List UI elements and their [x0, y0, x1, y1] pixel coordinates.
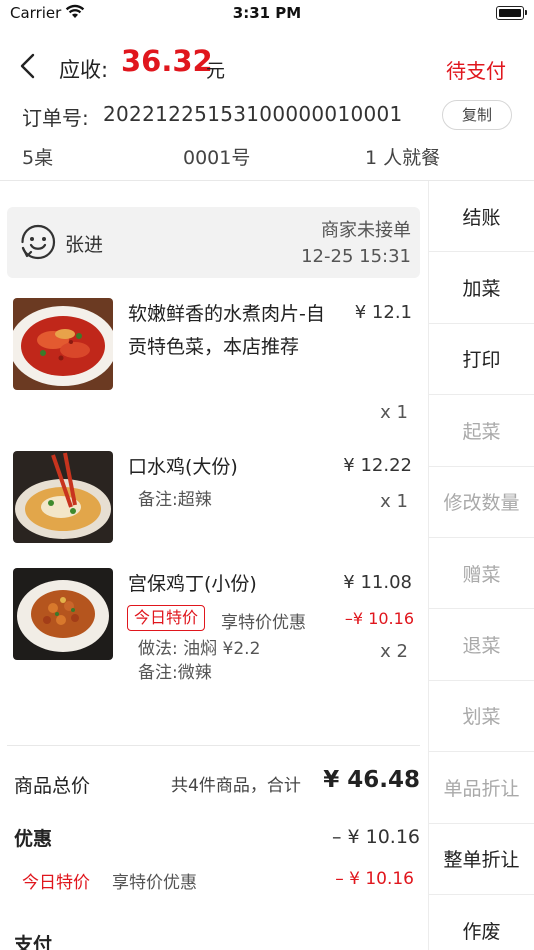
dish-price: ¥ 12.1: [354, 302, 412, 323]
dish-note: 备注:微辣: [138, 663, 212, 683]
promo-tag: 今日特价: [127, 605, 206, 631]
status-bar: Carrier 3:31 PM: [0, 0, 534, 30]
action-edit-quantity[interactable]: 修改数量: [429, 467, 534, 538]
item-count: 共4件商品，合计: [171, 776, 301, 796]
dish-item: 软嫩鲜香的水煮肉片-自贡特色菜，本店推荐 ¥ 12.1 x 1: [0, 298, 428, 438]
action-column: 结账 加菜 打印 起菜 修改数量 赠菜 退菜 划菜 单品折让 整单折让 作废: [428, 181, 534, 950]
discount-value: – ¥ 10.16: [331, 826, 420, 848]
action-item-discount[interactable]: 单品折让: [429, 752, 534, 824]
action-void[interactable]: 作废: [429, 895, 534, 950]
back-button[interactable]: [14, 50, 44, 82]
action-add-dish[interactable]: 加菜: [429, 252, 534, 324]
dish-quantity: x 1: [380, 491, 408, 512]
table-number: 5桌: [22, 147, 54, 169]
order-state: 商家未接单: [321, 220, 411, 241]
action-return-dish[interactable]: 退菜: [429, 609, 534, 681]
action-order-discount[interactable]: 整单折让: [429, 824, 534, 895]
payment-label: 支付: [14, 934, 53, 950]
dish-name: 口水鸡(大份): [128, 456, 238, 478]
amount-unit: 元: [206, 60, 226, 82]
subtotal-label: 商品总价: [14, 775, 91, 797]
subtotal-value: ¥ 46.48: [323, 767, 420, 793]
order-time: 12-25 15:31: [301, 246, 411, 267]
smile-face-icon: [19, 223, 57, 261]
action-print[interactable]: 打印: [429, 324, 534, 396]
amount-label: 应收:: [59, 58, 109, 82]
diners-count: 1 人就餐: [365, 147, 441, 169]
copy-button[interactable]: 复制: [442, 100, 512, 130]
dish-item: 口水鸡(大份) 备注:超辣 ¥ 12.22 x 1: [0, 451, 428, 551]
discount-description: 享特价优惠: [112, 873, 197, 893]
dish-quantity: x 2: [380, 641, 408, 662]
action-mark-served[interactable]: 划菜: [429, 681, 534, 753]
dish-name: 软嫩鲜香的水煮肉片-自贡特色菜，本店推荐: [128, 303, 325, 358]
discount-label: 优惠: [14, 828, 53, 850]
amount-value: 36.32: [121, 44, 213, 78]
dish-price: ¥ 11.08: [343, 572, 412, 593]
battery-icon: [496, 6, 527, 20]
pay-status: 待支付: [446, 59, 506, 83]
action-gift-dish[interactable]: 赠菜: [429, 538, 534, 610]
clock: 3:31 PM: [232, 4, 302, 22]
dish-note: 备注:超辣: [138, 490, 212, 510]
discount-tag: 今日特价: [22, 873, 90, 893]
dish-image: [13, 568, 113, 660]
dish-item: 宫保鸡丁(小份) ¥ 11.08 今日特价 享特价优惠 –¥ 10.16 做法:…: [0, 568, 428, 688]
dish-image: [13, 298, 113, 390]
promo-discount: –¥ 10.16: [344, 609, 414, 628]
dish-quantity: x 1: [380, 402, 408, 423]
dish-image: [13, 451, 113, 543]
dish-name: 宫保鸡丁(小份): [128, 573, 257, 595]
list-divider: [7, 745, 420, 746]
customer-card: 张进 商家未接单 12-25 15:31: [7, 207, 420, 278]
promo-description: 享特价优惠: [221, 613, 306, 633]
dish-method: 做法: 油焖 ¥2.2: [138, 639, 261, 659]
dish-price: ¥ 12.22: [343, 455, 412, 476]
customer-name: 张进: [65, 234, 104, 256]
action-checkout[interactable]: 结账: [429, 181, 534, 253]
discount-amount: – ¥ 10.16: [335, 869, 414, 889]
order-number-label: 订单号:: [22, 106, 89, 130]
serial-number: 0001号: [183, 147, 251, 169]
action-start-cooking[interactable]: 起菜: [429, 395, 534, 467]
order-number: 20221225153100000010001: [103, 102, 403, 126]
back-chevron-icon: [20, 53, 35, 79]
